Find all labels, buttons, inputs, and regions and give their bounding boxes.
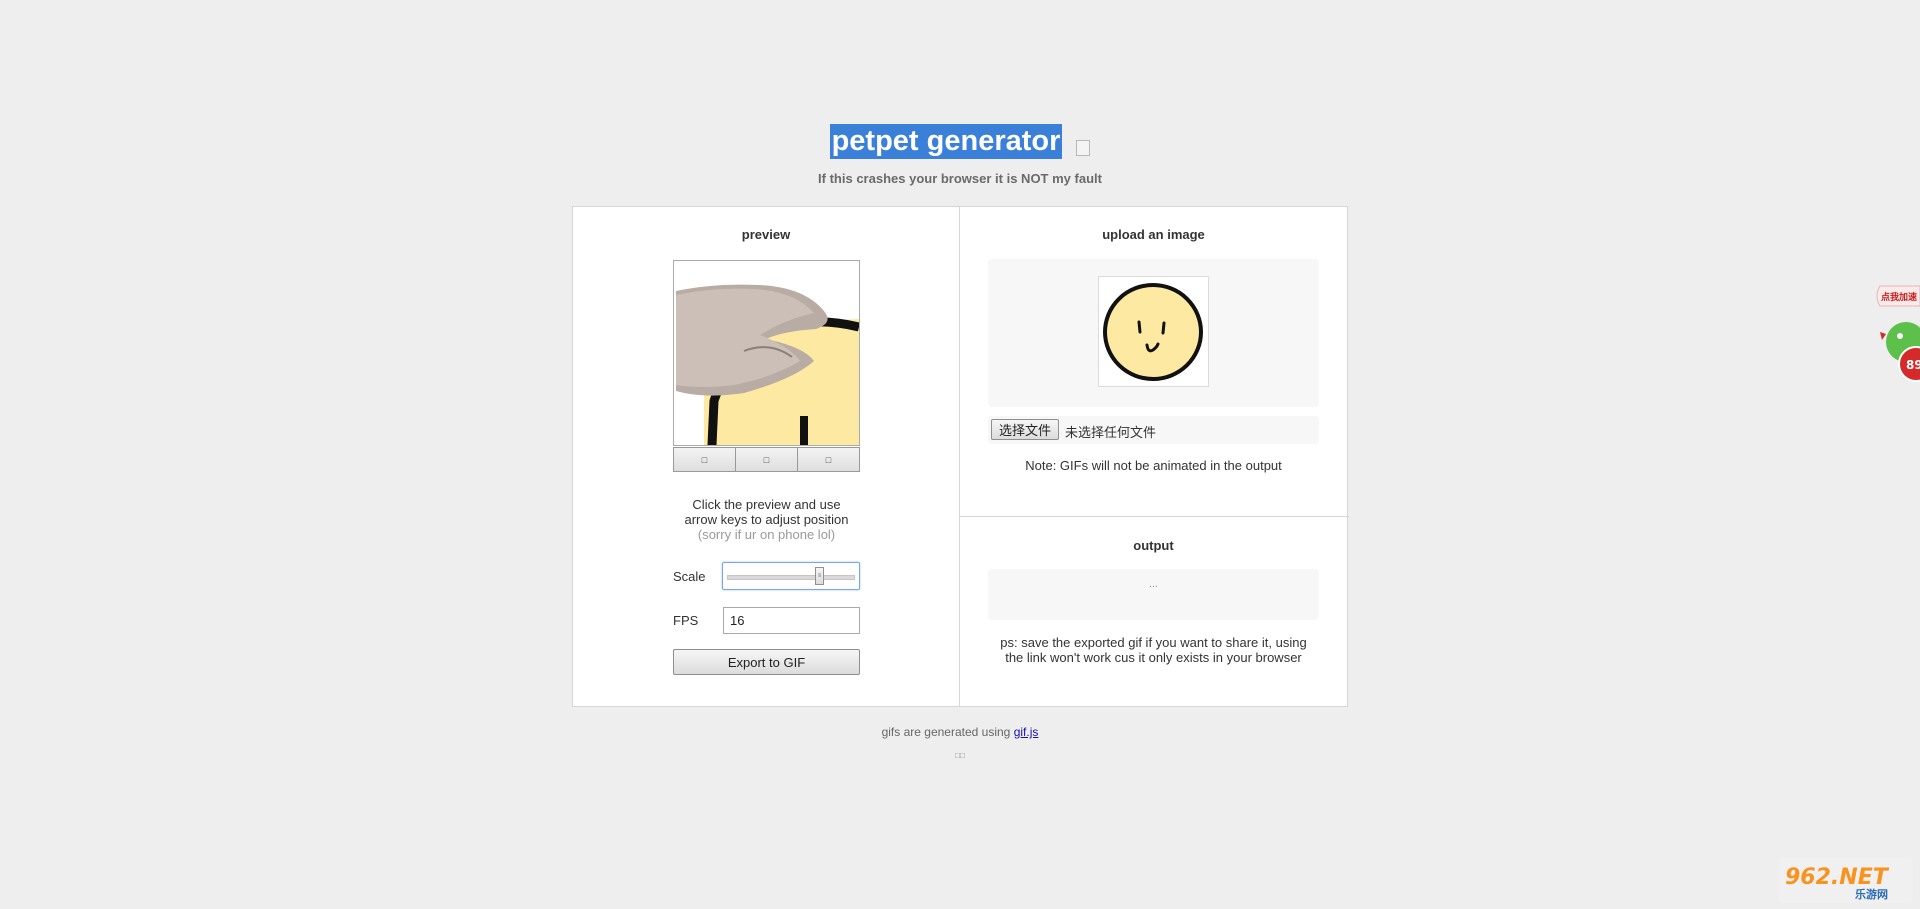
gifjs-link[interactable]: gif.js (1014, 725, 1039, 739)
fps-input[interactable] (723, 607, 860, 634)
logo-text: 962.NET (1785, 865, 1890, 890)
hint-line-2: arrow keys to adjust position (684, 512, 849, 527)
preview-title: preview (741, 227, 791, 242)
widget-tag: 点我加速 (1881, 291, 1917, 303)
preview-control-button-2[interactable]: □ (735, 447, 798, 472)
preview-controls: □ □ □ (673, 447, 860, 472)
section-divider (960, 516, 1349, 517)
output-title: output (1133, 538, 1174, 553)
upload-preview-area (988, 259, 1319, 407)
footer-small: □□ (955, 751, 965, 760)
slider-track (727, 575, 855, 580)
preview-hint: Click the preview and use arrow keys to … (573, 497, 960, 542)
page-subtitle: If this crashes your browser it is NOT m… (818, 171, 1102, 186)
floating-ad-widget[interactable]: 点我加速 89 (1874, 284, 1920, 394)
choose-file-button[interactable]: 选择文件 (991, 419, 1059, 440)
preview-control-button-3[interactable]: □ (797, 447, 860, 472)
widget-badge: 89 (1906, 358, 1920, 372)
ps-line-1: ps: save the exported gif if you want to… (1000, 635, 1307, 650)
file-input-row: 选择文件 未选择任何文件 (988, 416, 1319, 444)
site-watermark-logo: 962.NET 乐游网 (1779, 858, 1913, 903)
footer: gifs are generated using gif.js (0, 725, 1920, 739)
ps-line-2: the link won't work cus it only exists i… (1005, 650, 1302, 665)
fps-label: FPS (673, 613, 699, 628)
export-gif-button[interactable]: Export to GIF (673, 649, 860, 675)
upload-section: upload an image 选择文件 未选择任何文件 Note: GIFs … (960, 207, 1349, 706)
uploaded-image (1098, 276, 1209, 387)
scale-slider[interactable]: ≡ (722, 562, 860, 590)
petpet-preview-image (674, 261, 859, 445)
logo-subtext: 乐游网 (1855, 887, 1888, 901)
gif-note: Note: GIFs will not be animated in the o… (1025, 458, 1282, 473)
scale-label: Scale (673, 569, 706, 584)
preview-canvas[interactable] (673, 260, 860, 446)
title-icon-placeholder (1076, 140, 1091, 156)
hint-line-1: Click the preview and use (692, 497, 841, 512)
page-title: petpet generator (829, 124, 1063, 159)
preview-section: preview □ □ □ Click the preview and use … (573, 207, 960, 706)
output-area: ... (988, 569, 1319, 620)
output-ps-note: ps: save the exported gif if you want to… (960, 635, 1347, 665)
slider-thumb[interactable]: ≡ (815, 567, 825, 585)
footer-text: gifs are generated using (881, 725, 1011, 739)
output-placeholder: ... (1148, 578, 1159, 590)
main-panel: preview □ □ □ Click the preview and use … (572, 206, 1349, 707)
hint-muted: (sorry if ur on phone lol) (697, 527, 836, 542)
title-row: petpet generator (0, 124, 1920, 159)
upload-title: upload an image (1102, 227, 1205, 242)
preview-control-button-1[interactable]: □ (673, 447, 736, 472)
file-status-text: 未选择任何文件 (1065, 425, 1157, 440)
mascot-icon: 点我加速 89 (1876, 285, 1920, 382)
